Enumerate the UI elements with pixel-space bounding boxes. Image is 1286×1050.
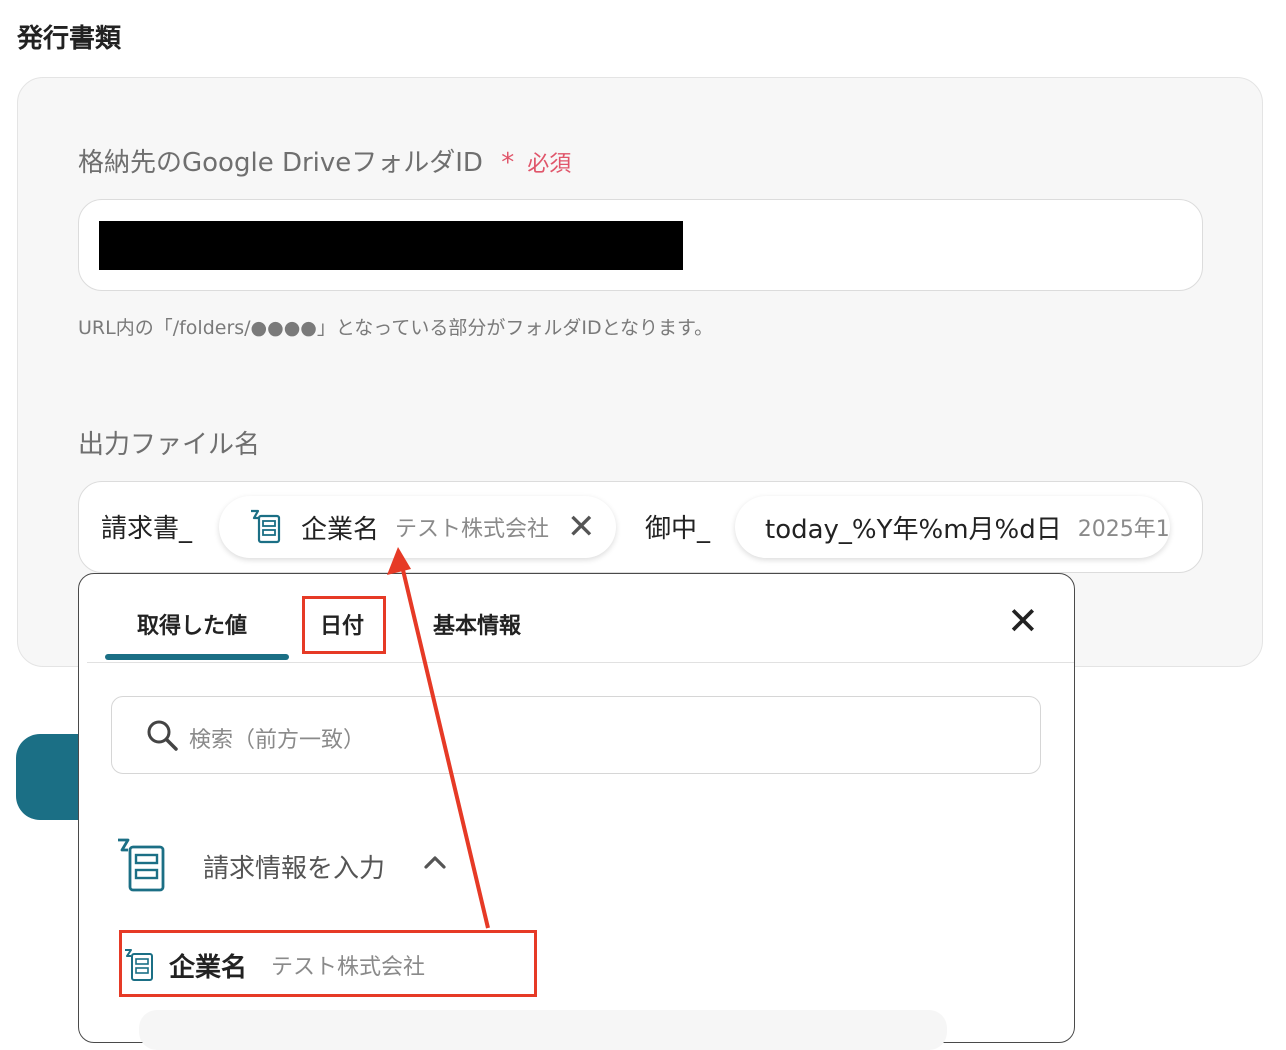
filename-input[interactable]: 請求書_ 企業名 テスト株式会社 ✕ 御中_ today_%Y年%m月%d日 2… bbox=[78, 481, 1203, 573]
folder-id-label-text: 格納先のGoogle DriveフォルダID bbox=[78, 148, 483, 178]
list-item[interactable] bbox=[139, 1010, 947, 1050]
folder-id-label: 格納先のGoogle DriveフォルダID * 必須 bbox=[78, 142, 571, 179]
filename-label: 出力ファイル名 bbox=[78, 430, 261, 460]
annotation-box-company-item bbox=[119, 930, 537, 997]
folder-id-hint: URL内の「/folders/●●●●」となっている部分がフォルダIDとなります… bbox=[78, 317, 714, 339]
required-badge: * 必須 bbox=[501, 148, 572, 178]
tab-divider bbox=[87, 662, 1074, 663]
section-title: 発行書類 bbox=[17, 24, 122, 54]
annotation-box-date-tab bbox=[302, 596, 386, 654]
search-icon bbox=[146, 719, 180, 757]
tab-acquired-values[interactable]: 取得した値 bbox=[137, 608, 247, 640]
close-icon[interactable]: ✕ bbox=[567, 510, 596, 544]
redacted-value bbox=[99, 221, 683, 270]
form-doc-icon bbox=[115, 836, 167, 898]
required-star-icon: * bbox=[501, 148, 515, 178]
filename-middle-text: 御中_ bbox=[645, 514, 711, 544]
chevron-up-icon[interactable] bbox=[423, 854, 447, 874]
filename-prefix-text: 請求書_ bbox=[101, 514, 193, 544]
close-icon[interactable]: ✕ bbox=[1007, 602, 1039, 640]
variable-chip-date[interactable]: today_%Y年%m月%d日 2025年1 bbox=[735, 496, 1170, 558]
form-doc-icon bbox=[249, 508, 283, 546]
chip-label: 企業名 bbox=[301, 514, 380, 545]
chip-label: today_%Y年%m月%d日 bbox=[765, 514, 1062, 545]
group-title[interactable]: 請求情報を入力 bbox=[203, 848, 385, 885]
folder-id-input[interactable] bbox=[78, 199, 1203, 291]
required-text: 必須 bbox=[527, 152, 572, 177]
tab-basic-info[interactable]: 基本情報 bbox=[433, 608, 521, 640]
active-tab-indicator bbox=[105, 654, 289, 660]
chip-value: テスト株式会社 bbox=[395, 517, 550, 542]
variable-chip-company[interactable]: 企業名 テスト株式会社 ✕ bbox=[219, 496, 616, 558]
chip-value: 2025年1 bbox=[1077, 517, 1170, 542]
save-button[interactable] bbox=[16, 734, 86, 820]
search-input[interactable]: 検索（前方一致） bbox=[111, 696, 1041, 774]
search-placeholder: 検索（前方一致） bbox=[189, 728, 366, 753]
